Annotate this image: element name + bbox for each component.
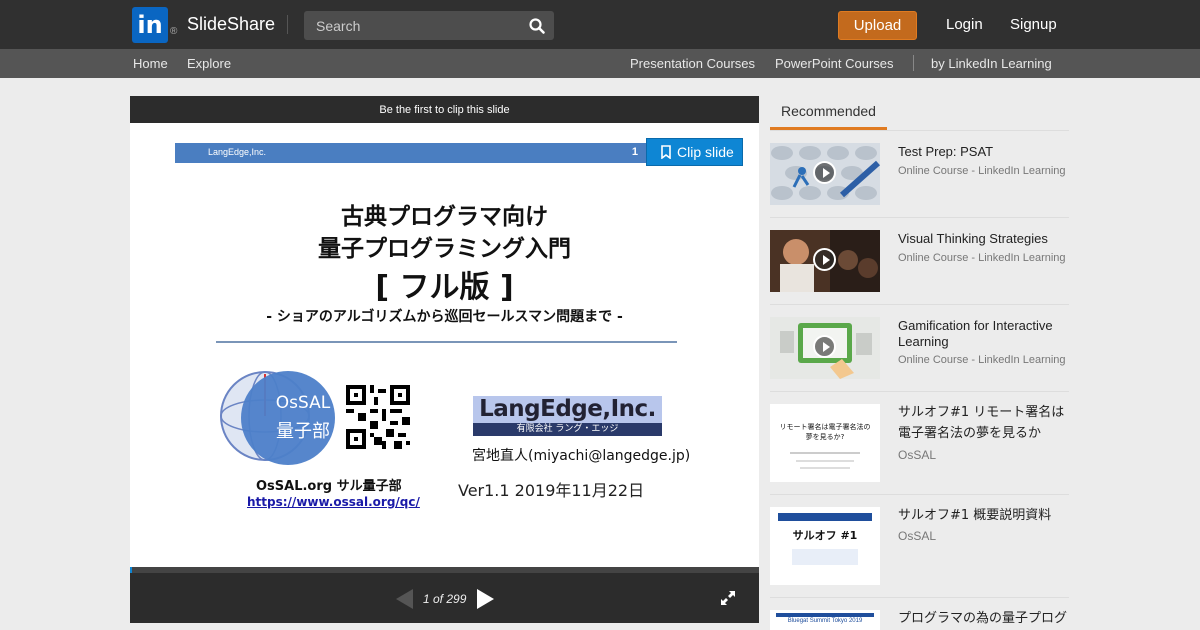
slide-canvas: LangEdge,Inc. 1 Clip slide 古典プログラマ向け 量子プ… [130,123,759,566]
langedge-name: LangEdge,Inc. [479,396,656,422]
qr-code [346,385,410,449]
play-icon [813,335,836,358]
ossal-logo-text1: OsSAL [275,393,331,413]
nav-powerpoint-courses[interactable]: PowerPoint Courses [775,56,894,71]
clip-icon [661,145,671,159]
nav-explore[interactable]: Explore [187,56,231,71]
item-thumbnail[interactable] [770,317,880,379]
slide-title-line3: [ フル版 ] [375,270,514,305]
item-subtitle: Online Course - LinkedIn Learning [898,165,1066,177]
page-indicator: 1 of 299 [423,592,467,606]
search-box [304,11,554,40]
fullscreen-icon[interactable] [720,590,736,606]
item-thumbnail[interactable]: Bluegat Summit Tokyo 2019 [770,610,880,630]
clip-slide-label: Clip slide [677,144,734,160]
registered-mark: ® [170,26,178,37]
tab-recommended[interactable]: Recommended [770,96,887,130]
linkedin-logo[interactable]: in [132,7,168,43]
slide-url: https://www.ossal.org/qc/ [247,495,420,509]
item-thumbnail[interactable]: リモート署名は電子署名法の夢を見るか? [770,404,880,482]
recommended-item[interactable]: サルオフ #1 サルオフ#1 概要説明資料 OsSAL [770,495,1069,598]
recommended-item[interactable]: Test Prep: PSAT Online Course - LinkedIn… [770,131,1069,218]
search-input[interactable] [304,11,538,40]
slide-header-number: 1 [631,146,638,158]
recommended-item[interactable]: リモート署名は電子署名法の夢を見るか? サルオフ#1 リモート署名は電子署名法の… [770,392,1069,495]
ossal-logo-text2: 量子部 [276,421,330,442]
thumb-band [776,613,874,617]
slide-title-line1: 古典プログラマ向け [341,204,548,230]
item-subtitle: OsSAL [898,529,937,543]
recommended-item[interactable]: Visual Thinking Strategies Online Course… [770,218,1069,305]
recommended-item[interactable]: Gamification for Interactive Learning On… [770,305,1069,392]
slide-subtitle: - ショアのアルゴリズムから巡回セールスマン問題まで - [266,309,623,325]
item-subtitle: Online Course - LinkedIn Learning [898,354,1066,366]
slide-header-company: LangEdge,Inc. [208,147,267,157]
thumb-box [792,549,858,565]
top-bar: in ® SlideShare Upload Login Signup [0,0,1200,49]
player-controls: 1 of 299 [130,573,759,623]
header-divider [287,15,288,34]
thumb-heading: リモート署名は電子署名法の夢を見るか? [779,423,871,441]
brand-name[interactable]: SlideShare [187,14,275,35]
thumb-heading: サルオフ #1 [792,529,858,542]
langedge-sub: 有限会社 ラング・エッジ [473,423,662,436]
slide-rule [216,341,677,343]
slide-player: Be the first to clip this slide LangEdge… [130,96,759,623]
next-slide-icon[interactable] [477,589,494,609]
thumb-line [800,467,850,469]
item-thumbnail[interactable] [770,230,880,292]
subnav-divider [913,55,914,71]
item-title[interactable]: Gamification for Interactive Learning [898,318,1068,350]
langedge-logo: LangEdge,Inc. 有限会社 ラング・エッジ [473,396,662,436]
thumb-band [778,513,872,521]
login-link[interactable]: Login [946,16,983,33]
slide-version: Ver1.1 2019年11月22日 [458,481,645,500]
previous-slide-icon[interactable] [396,589,413,609]
nav-presentation-courses[interactable]: Presentation Courses [630,56,755,71]
item-title[interactable]: サルオフ#1 リモート署名は電子署名法の夢を見るか [898,402,1068,444]
upload-button[interactable]: Upload [838,11,917,40]
item-title[interactable]: プログラマの為の量子プログ [898,608,1068,629]
play-icon [813,161,836,184]
search-icon[interactable] [528,17,546,35]
signup-link[interactable]: Signup [1010,16,1057,33]
item-title[interactable]: Test Prep: PSAT [898,144,1068,160]
slide-title-line2: 量子プログラミング入門 [318,236,571,262]
nav-linkedin-learning[interactable]: by LinkedIn Learning [931,56,1052,71]
item-thumbnail[interactable]: サルオフ #1 [770,507,880,585]
item-title[interactable]: サルオフ#1 概要説明資料 [898,505,1068,526]
item-subtitle: OsSAL [898,448,937,462]
item-title[interactable]: Visual Thinking Strategies [898,231,1068,247]
slide-header-band: LangEdge,Inc. 1 [175,143,648,163]
item-subtitle: Online Course - LinkedIn Learning [898,252,1066,264]
thumb-heading: Bluegat Summit Tokyo 2019 [787,618,863,624]
item-thumbnail[interactable] [770,143,880,205]
thumb-line [796,460,854,462]
recommended-item[interactable]: Bluegat Summit Tokyo 2019 プログラマの為の量子プログ [770,598,1069,630]
clip-slide-button[interactable]: Clip slide [646,138,743,166]
sub-nav: Home Explore Presentation Courses PowerP… [0,49,1200,78]
slide-org: OsSAL.org サル量子部 [256,479,402,494]
slide-author: 宮地直人(miyachi@langedge.jp) [472,448,691,464]
play-icon [813,248,836,271]
thumb-line [790,452,860,454]
clip-banner[interactable]: Be the first to clip this slide [130,96,759,123]
nav-home[interactable]: Home [133,56,168,71]
